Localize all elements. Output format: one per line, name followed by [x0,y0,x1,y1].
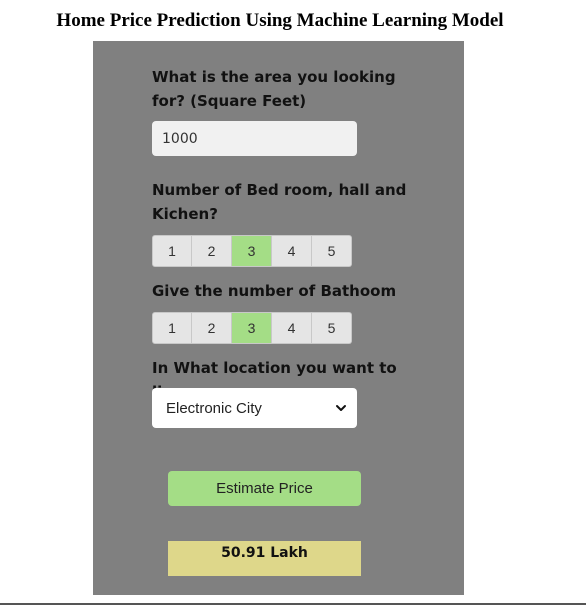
bhk-option[interactable]: 4 [272,235,312,267]
location-selected-value: Electronic City [166,399,262,417]
bhk-option[interactable]: 3 [232,235,272,267]
area-input[interactable] [152,121,357,156]
bath-option[interactable]: 5 [312,312,352,344]
bath-option[interactable]: 1 [152,312,192,344]
bath-option[interactable]: 4 [272,312,312,344]
bhk-option[interactable]: 2 [192,235,232,267]
bhk-option[interactable]: 1 [152,235,192,267]
chevron-down-icon [336,405,346,411]
bhk-option[interactable]: 5 [312,235,352,267]
page-title: Home Price Prediction Using Machine Lear… [56,10,504,31]
prediction-form-panel: What is the area you looking for? (Squar… [93,41,464,595]
bath-option[interactable]: 2 [192,312,232,344]
bath-option[interactable]: 3 [232,312,272,344]
bath-selector: 1 2 3 4 5 [152,312,352,344]
area-label: What is the area you looking for? (Squar… [152,68,396,110]
bath-label: Give the number of Bathoom [152,282,397,300]
location-select[interactable]: Electronic City [152,388,357,428]
bhk-label: Number of Bed room, hall and Kichen? [152,181,407,223]
bhk-selector: 1 2 3 4 5 [152,235,352,267]
estimate-price-button[interactable]: Estimate Price [168,471,361,506]
estimated-price-result: 50.91 Lakh [168,541,361,576]
